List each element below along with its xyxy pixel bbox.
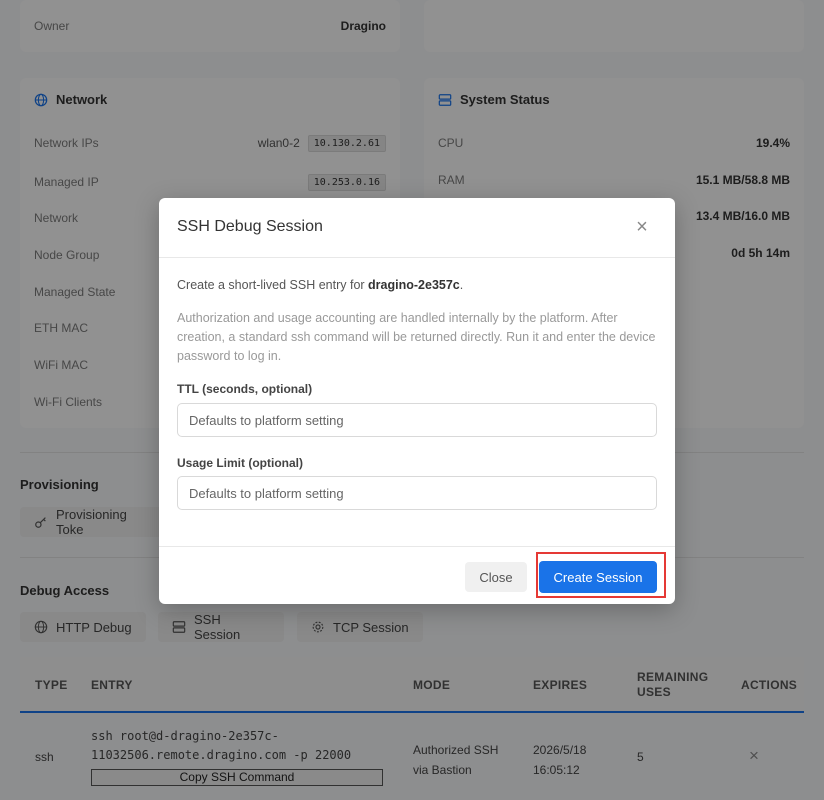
- intro-suffix: .: [459, 278, 464, 292]
- close-icon[interactable]: ×: [631, 217, 653, 239]
- intro-prefix: Create a short-lived SSH entry for: [177, 278, 369, 292]
- modal-title: SSH Debug Session: [177, 218, 323, 235]
- modal-header: SSH Debug Session ×: [159, 198, 675, 258]
- modal-note: Authorization and usage accounting are h…: [177, 311, 656, 363]
- ttl-input[interactable]: [177, 403, 657, 437]
- usage-limit-input[interactable]: [177, 476, 657, 510]
- usage-limit-label: Usage Limit (optional): [177, 456, 303, 470]
- device-name: dragino-2e357c: [368, 278, 460, 292]
- ssh-debug-session-modal: SSH Debug Session × Create a short-lived…: [159, 198, 675, 604]
- modal-intro: Create a short-lived SSH entry for dragi…: [177, 278, 463, 292]
- ttl-label: TTL (seconds, optional): [177, 382, 313, 396]
- create-session-highlight: [536, 552, 666, 598]
- close-button[interactable]: Close: [465, 562, 527, 592]
